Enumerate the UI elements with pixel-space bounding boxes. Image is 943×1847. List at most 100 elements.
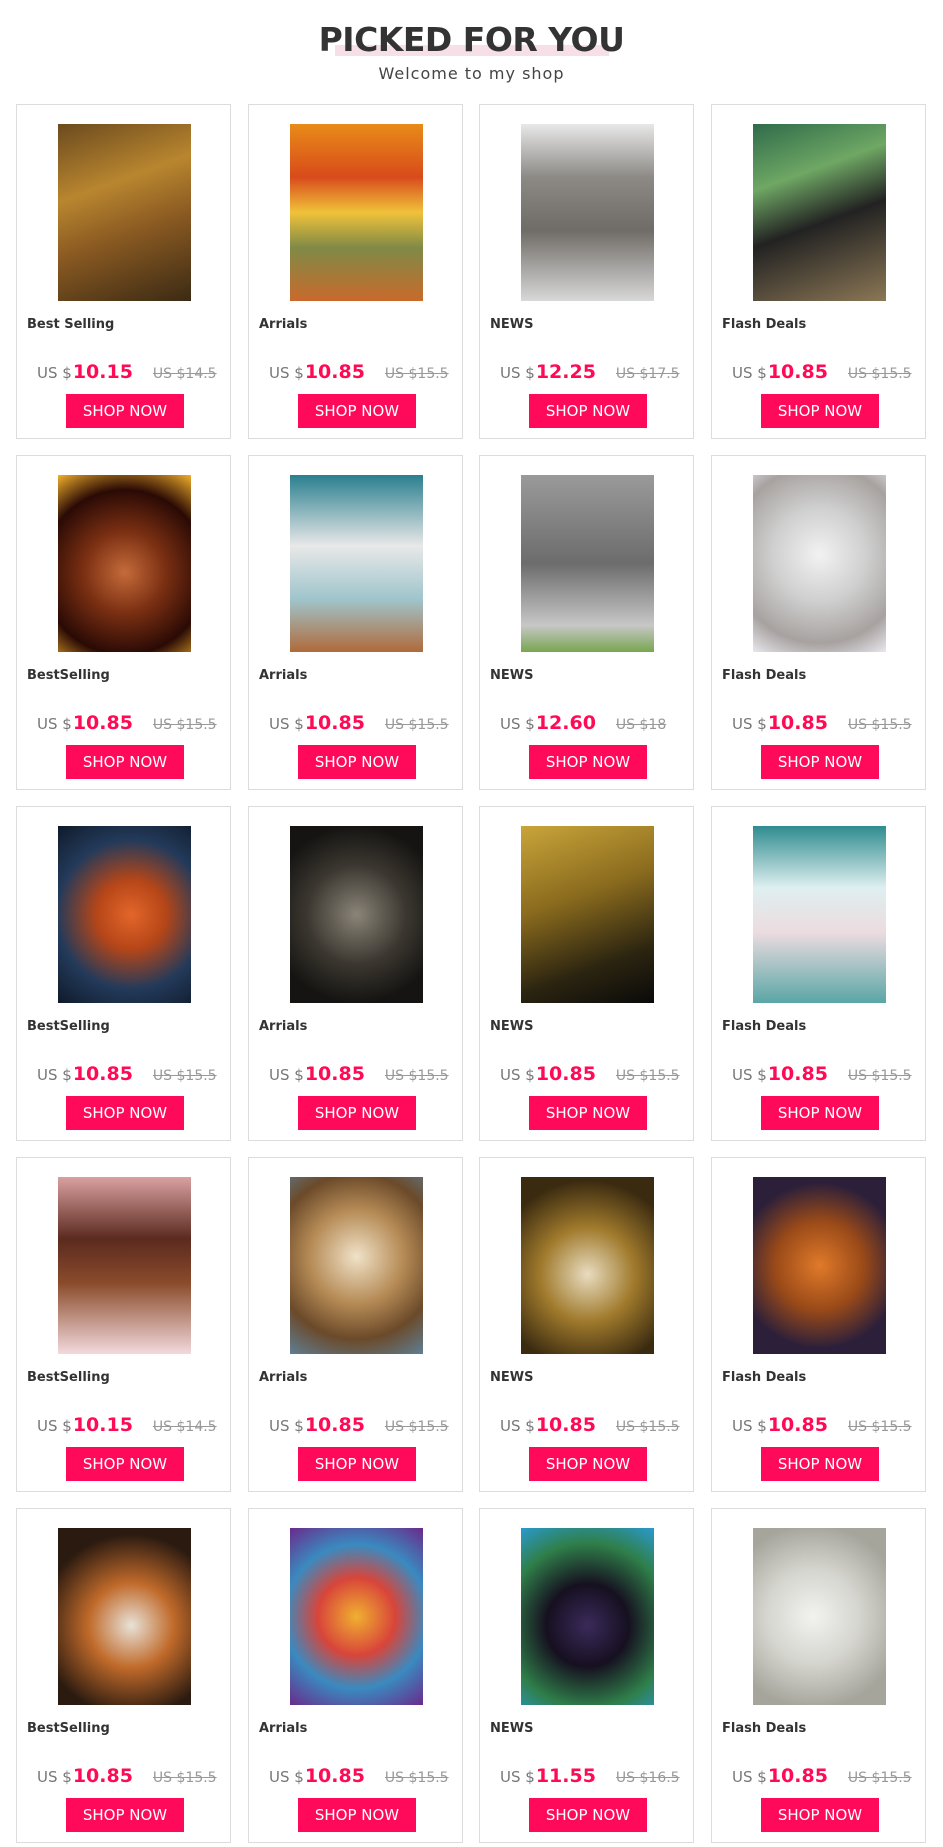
original-price: US $15.5 (384, 1068, 449, 1084)
shop-now-button[interactable]: SHOP NOW (529, 1447, 647, 1481)
product-card[interactable]: BestSelling US $10.85 US $15.5 SHOP NOW (16, 806, 231, 1141)
product-card[interactable]: Arrials US $10.85 US $15.5 SHOP NOW (248, 1508, 463, 1843)
product-card[interactable]: NEWS US $10.85 US $15.5 SHOP NOW (479, 1157, 694, 1492)
shop-now-button[interactable]: SHOP NOW (66, 1096, 184, 1130)
currency-prefix: US $ (500, 1417, 535, 1435)
product-card[interactable]: NEWS US $12.60 US $18 SHOP NOW (479, 455, 694, 790)
shop-now-button[interactable]: SHOP NOW (761, 1447, 879, 1481)
product-card[interactable]: Arrials US $10.85 US $15.5 SHOP NOW (248, 104, 463, 439)
original-price: US $15.5 (152, 1068, 217, 1084)
product-label: BestSelling (27, 1370, 110, 1385)
shop-now-button[interactable]: SHOP NOW (761, 745, 879, 779)
product-image[interactable] (58, 124, 191, 301)
sale-price: 10.85 (304, 712, 365, 734)
sale-price: 10.85 (304, 1414, 365, 1436)
shop-now-button[interactable]: SHOP NOW (529, 745, 647, 779)
product-card[interactable]: Arrials US $10.85 US $15.5 SHOP NOW (248, 455, 463, 790)
sale-price: 10.85 (767, 361, 828, 383)
product-card[interactable]: Flash Deals US $10.85 US $15.5 SHOP NOW (711, 1157, 926, 1492)
shop-now-button[interactable]: SHOP NOW (298, 394, 416, 428)
product-image[interactable] (521, 826, 654, 1003)
product-label: Flash Deals (722, 1370, 807, 1385)
product-card[interactable]: Flash Deals US $10.85 US $15.5 SHOP NOW (711, 455, 926, 790)
currency-prefix: US $ (269, 1066, 304, 1084)
product-image[interactable] (753, 475, 886, 652)
shop-now-button[interactable]: SHOP NOW (298, 1798, 416, 1832)
sale-price: 12.25 (535, 361, 596, 383)
product-image[interactable] (521, 475, 654, 652)
product-image[interactable] (521, 1177, 654, 1354)
shop-now-button[interactable]: SHOP NOW (66, 1798, 184, 1832)
product-card[interactable]: NEWS US $12.25 US $17.5 SHOP NOW (479, 104, 694, 439)
shop-now-button[interactable]: SHOP NOW (66, 1447, 184, 1481)
product-card[interactable]: Best Selling US $10.15 US $14.5 SHOP NOW (16, 104, 231, 439)
shop-now-button[interactable]: SHOP NOW (66, 394, 184, 428)
currency-prefix: US $ (269, 1417, 304, 1435)
shop-now-button[interactable]: SHOP NOW (761, 1096, 879, 1130)
currency-prefix: US $ (732, 364, 767, 382)
product-image[interactable] (290, 1177, 423, 1354)
product-image-fill (290, 475, 423, 652)
shop-now-button[interactable]: SHOP NOW (529, 394, 647, 428)
product-image[interactable] (753, 826, 886, 1003)
sale-price: 12.60 (535, 712, 596, 734)
product-card[interactable]: NEWS US $10.85 US $15.5 SHOP NOW (479, 806, 694, 1141)
product-image-fill (753, 1528, 886, 1705)
currency-prefix: US $ (732, 1417, 767, 1435)
product-image[interactable] (58, 1528, 191, 1705)
price-row: US $10.85 US $15.5 (500, 1063, 680, 1089)
shop-now-button[interactable]: SHOP NOW (298, 745, 416, 779)
product-card[interactable]: Flash Deals US $10.85 US $15.5 SHOP NOW (711, 104, 926, 439)
original-price: US $15.5 (384, 717, 449, 733)
product-image-fill (753, 475, 886, 652)
sale-price: 10.85 (304, 1063, 365, 1085)
shop-now-button[interactable]: SHOP NOW (761, 394, 879, 428)
product-image[interactable] (58, 1177, 191, 1354)
product-image-fill (753, 124, 886, 301)
original-price: US $14.5 (152, 366, 217, 382)
price-row: US $10.85 US $15.5 (269, 1414, 449, 1440)
product-card[interactable]: Arrials US $10.85 US $15.5 SHOP NOW (248, 1157, 463, 1492)
product-label: NEWS (490, 668, 534, 683)
product-label: Arrials (259, 1370, 308, 1385)
product-card[interactable]: BestSelling US $10.15 US $14.5 SHOP NOW (16, 1157, 231, 1492)
currency-prefix: US $ (500, 364, 535, 382)
shop-now-button[interactable]: SHOP NOW (529, 1798, 647, 1832)
product-image[interactable] (290, 124, 423, 301)
shop-now-button[interactable]: SHOP NOW (298, 1447, 416, 1481)
product-card[interactable]: BestSelling US $10.85 US $15.5 SHOP NOW (16, 455, 231, 790)
original-price: US $15.5 (384, 1419, 449, 1435)
product-image-fill (521, 1177, 654, 1354)
shop-now-button[interactable]: SHOP NOW (761, 1798, 879, 1832)
product-image[interactable] (521, 124, 654, 301)
original-price: US $15.5 (615, 1419, 680, 1435)
shop-now-button[interactable]: SHOP NOW (298, 1096, 416, 1130)
product-card[interactable]: Arrials US $10.85 US $15.5 SHOP NOW (248, 806, 463, 1141)
original-price: US $15.5 (847, 1770, 912, 1786)
shop-now-button[interactable]: SHOP NOW (529, 1096, 647, 1130)
product-image[interactable] (753, 1528, 886, 1705)
shop-now-button[interactable]: SHOP NOW (66, 745, 184, 779)
product-label: Arrials (259, 317, 308, 332)
product-image-fill (58, 1528, 191, 1705)
product-image[interactable] (753, 124, 886, 301)
product-label: Best Selling (27, 317, 115, 332)
sale-price: 11.55 (535, 1765, 596, 1787)
product-image-fill (58, 826, 191, 1003)
product-label: NEWS (490, 1721, 534, 1736)
product-card[interactable]: BestSelling US $10.85 US $15.5 SHOP NOW (16, 1508, 231, 1843)
sale-price: 10.85 (304, 1765, 365, 1787)
product-image[interactable] (521, 1528, 654, 1705)
currency-prefix: US $ (732, 715, 767, 733)
product-card[interactable]: Flash Deals US $10.85 US $15.5 SHOP NOW (711, 806, 926, 1141)
product-image[interactable] (58, 826, 191, 1003)
product-card[interactable]: Flash Deals US $10.85 US $15.5 SHOP NOW (711, 1508, 926, 1843)
product-image[interactable] (290, 475, 423, 652)
price-row: US $10.85 US $15.5 (732, 361, 912, 387)
product-card[interactable]: NEWS US $11.55 US $16.5 SHOP NOW (479, 1508, 694, 1843)
product-image[interactable] (290, 1528, 423, 1705)
product-image[interactable] (753, 1177, 886, 1354)
product-label: Arrials (259, 1721, 308, 1736)
product-image[interactable] (58, 475, 191, 652)
product-image[interactable] (290, 826, 423, 1003)
